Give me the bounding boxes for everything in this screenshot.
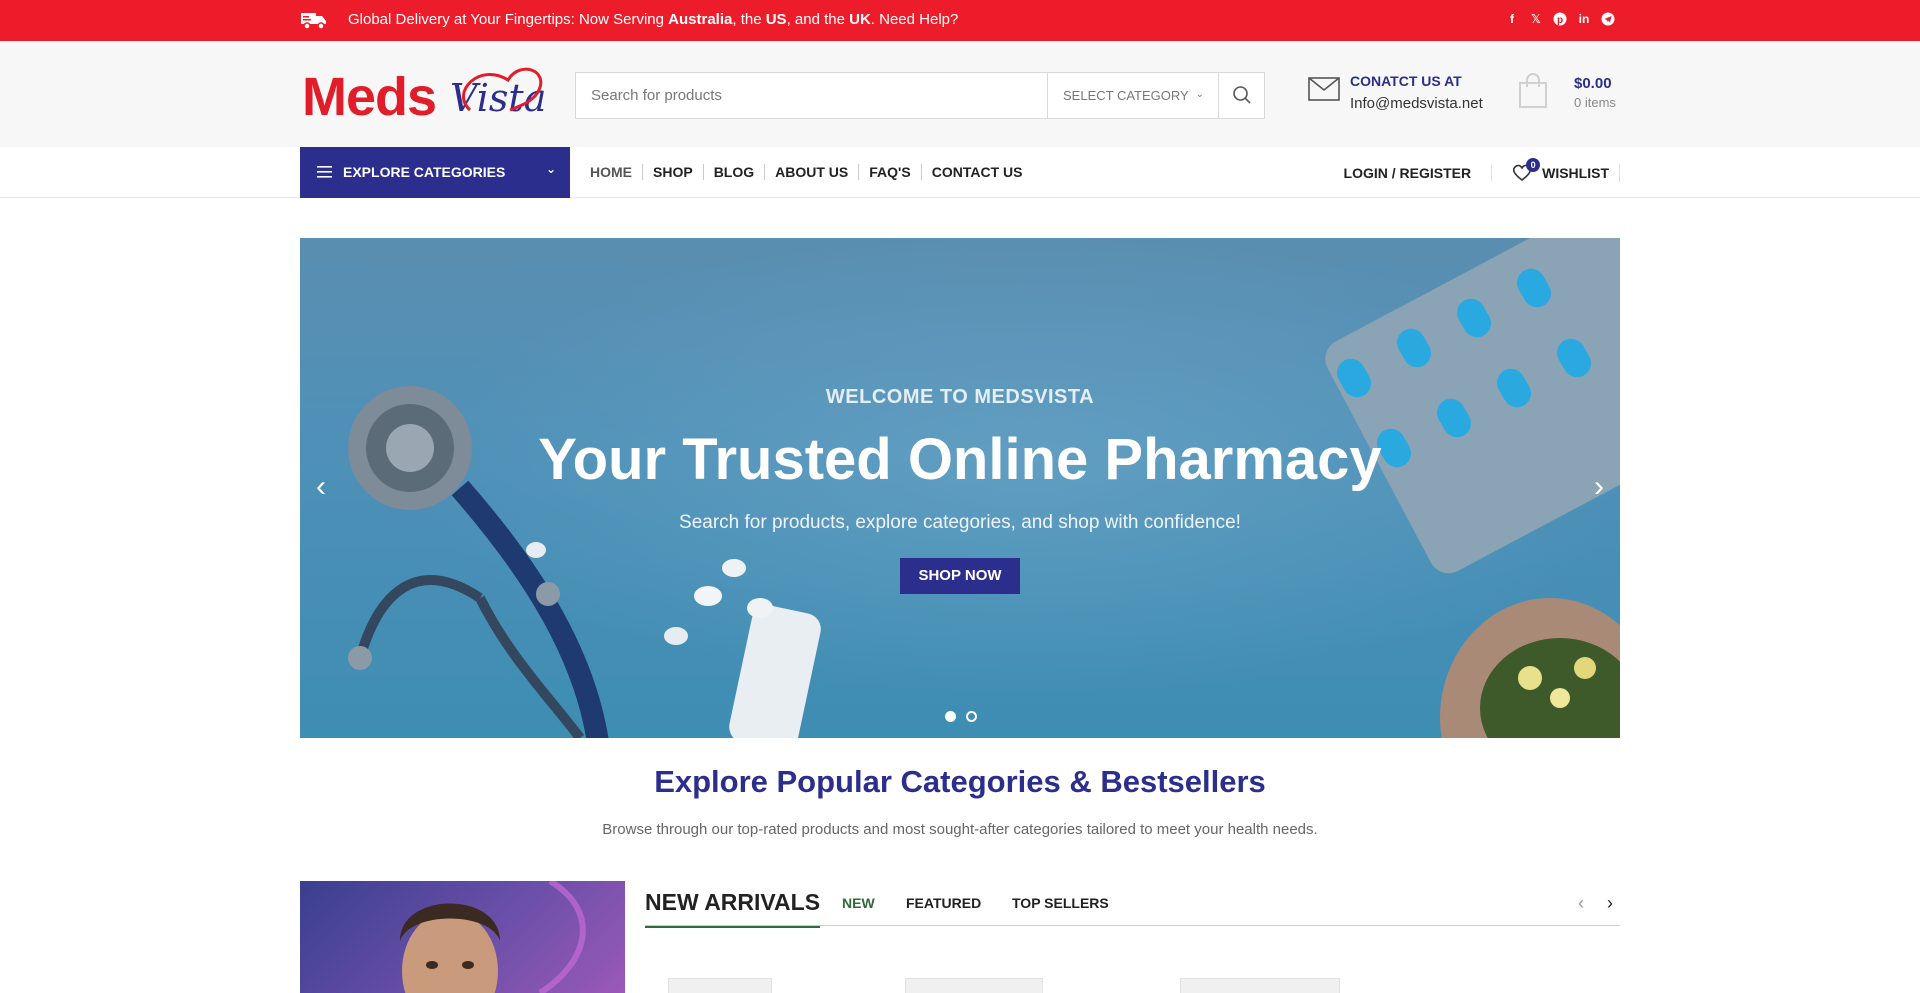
heart-icon [462, 67, 543, 112]
contact-label: CONATCT US AT [1350, 73, 1462, 89]
top-announcement-bar: Global Delivery at Your Fingertips: Now … [0, 0, 1920, 41]
nav-item-contact-us[interactable]: CONTACT US [920, 164, 1033, 180]
linkedin-icon[interactable]: in [1577, 12, 1591, 26]
pinterest-icon[interactable]: p [1553, 12, 1567, 26]
chevron-right-icon[interactable]: › [1594, 472, 1604, 502]
category-select[interactable]: SELECT CATEGORY ⌄ [1047, 73, 1218, 118]
chevron-down-icon: ⌄ [1195, 89, 1204, 100]
explore-categories-button[interactable]: EXPLORE CATEGORIES ⌄ [300, 147, 570, 198]
product-card-image[interactable] [905, 978, 1043, 993]
site-header: Meds Vista SELECT CATEGORY ⌄ CONATCT US … [0, 41, 1920, 147]
promo-person-illustration [400, 881, 586, 993]
tab-featured[interactable]: FEATURED [906, 895, 981, 911]
svg-text:p: p [1557, 15, 1563, 26]
wishlist-count-badge: 0 [1526, 158, 1541, 172]
product-tabs: NEW ARRIVALS NEW FEATURED TOP SELLERS ‹ … [645, 881, 1620, 928]
delivery-truck-icon [301, 13, 326, 30]
facebook-icon[interactable]: f [1505, 12, 1519, 26]
nav-menu: HOME SHOP BLOG ABOUT US FAQ'S CONTACT US [590, 164, 1032, 180]
product-section-heading: NEW ARRIVALS [645, 889, 821, 928]
product-card-image[interactable] [1180, 978, 1340, 993]
nav-item-faqs[interactable]: FAQ'S [858, 164, 920, 180]
section-title: Explore Popular Categories & Bestsellers [654, 764, 1266, 799]
nav-item-home[interactable]: HOME [590, 164, 642, 180]
telegram-icon[interactable] [1601, 12, 1615, 26]
contact-email[interactable]: Info@medsvista.net [1350, 95, 1483, 112]
wishlist-link[interactable]: 0 WISHLIST [1492, 158, 1620, 182]
slide-dot-2[interactable] [966, 711, 977, 722]
chevron-left-icon[interactable]: ‹ [1578, 893, 1584, 914]
product-card-image[interactable] [668, 978, 772, 993]
social-links: f 𝕏 p in [1505, 12, 1615, 26]
chevron-down-icon: ⌄ [545, 162, 556, 176]
main-navigation: EXPLORE CATEGORIES ⌄ HOME SHOP BLOG ABOU… [0, 147, 1920, 198]
slide-dot-1[interactable] [945, 711, 956, 722]
cart-total: $0.00 [1574, 75, 1612, 92]
medsvista-logo[interactable]: Meds Vista [302, 62, 546, 128]
shop-now-button[interactable]: SHOP NOW [900, 558, 1020, 594]
nav-item-shop[interactable]: SHOP [642, 164, 703, 180]
tab-new[interactable]: NEW [842, 895, 875, 911]
hero-slider: WELCOME TO MEDSVISTA Your Trusted Online… [300, 238, 1620, 738]
cart-item-count: 0 items [1574, 95, 1616, 110]
slider-pagination [945, 711, 977, 722]
mail-icon [1308, 77, 1340, 101]
search-bar: SELECT CATEGORY ⌄ [575, 72, 1265, 119]
menu-icon [317, 166, 332, 178]
hero-title: Your Trusted Online Pharmacy [538, 427, 1382, 492]
shopping-bag-icon [1519, 73, 1547, 108]
login-register-link[interactable]: LOGIN / REGISTER [1344, 165, 1493, 181]
nav-item-about-us[interactable]: ABOUT US [764, 164, 858, 180]
chevron-right-icon[interactable]: › [1607, 893, 1613, 914]
section-subtitle: Browse through our top-rated products an… [602, 821, 1318, 838]
search-icon [1233, 86, 1251, 104]
hero-subtitle: Search for products, explore categories,… [679, 512, 1241, 533]
tab-top-sellers[interactable]: TOP SELLERS [1012, 895, 1109, 911]
search-button[interactable] [1218, 73, 1264, 118]
promo-banner-image[interactable] [300, 881, 625, 993]
hero-eyebrow: WELCOME TO MEDSVISTA [825, 386, 1095, 408]
chevron-left-icon[interactable]: ‹ [316, 472, 326, 502]
nav-item-blog[interactable]: BLOG [702, 164, 764, 180]
announcement-text: Global Delivery at Your Fingertips: Now … [348, 11, 959, 28]
search-input[interactable] [576, 73, 1046, 118]
x-icon[interactable]: 𝕏 [1529, 12, 1543, 26]
account-links: LOGIN / REGISTER 0 WISHLIST [1344, 158, 1620, 182]
